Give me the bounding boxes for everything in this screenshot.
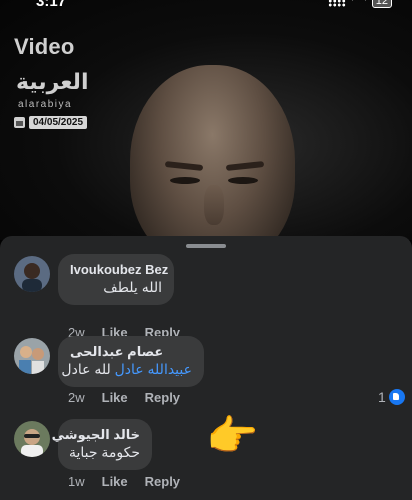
comment-text-content: لله عادل (61, 361, 111, 377)
video-frame-person (130, 65, 295, 240)
comment-author[interactable]: خالد الجيوشي (52, 426, 140, 443)
reaction-number: 1 (378, 389, 386, 405)
like-button[interactable]: Like (102, 390, 128, 405)
eye-right (228, 177, 258, 184)
comment-author[interactable]: Ivoukoubez Bez (70, 261, 168, 278)
like-icon (388, 389, 405, 405)
comment-text: حكومة جباية (68, 443, 140, 462)
eye-left (170, 177, 200, 184)
video-player[interactable]: 3:17 12 Video العربية alarabiya 04/05/20… (0, 0, 412, 240)
video-label: Video (14, 34, 75, 59)
comment-bubble[interactable]: Ivoukoubez Bez الله يلطف (58, 254, 174, 305)
wifi-icon (352, 0, 366, 6)
reply-button[interactable]: Reply (145, 390, 180, 405)
video-date: 04/05/2025 (29, 116, 88, 129)
avatar-image (14, 421, 50, 457)
comment-actions: 1w Like Reply (68, 474, 180, 489)
comment-text: عبيدالله عادل لله عادل (61, 360, 192, 379)
avatar-image (14, 338, 50, 374)
nose (204, 185, 224, 225)
alarabiya-logo-latin: alarabiya (18, 99, 73, 110)
battery-icon: 12 (371, 0, 392, 8)
reaction-count[interactable]: 1 (378, 389, 405, 405)
calendar-icon (14, 117, 25, 128)
comment-age: 2w (68, 390, 85, 405)
comment-text: الله يلطف (70, 278, 162, 297)
comment-bubble[interactable]: عصام عبدالحى عبيدالله عادل لله عادل (58, 336, 204, 387)
comment-text-content: الله يلطف (103, 279, 162, 295)
sheet-drag-handle[interactable] (186, 244, 226, 248)
signal-icon (327, 0, 346, 7)
comment-actions: 2w Like Reply (68, 390, 180, 405)
date-badge: 04/05/2025 (14, 116, 88, 129)
pointing-hand-icon: 👉 (206, 412, 259, 459)
avatar[interactable] (14, 256, 50, 292)
comment-text-content: حكومة جباية (68, 444, 140, 460)
alarabiya-logo-arabic: العربية (16, 70, 89, 95)
comment-bubble[interactable]: خالد الجيوشي حكومة جباية (52, 419, 152, 470)
status-icons: 12 (327, 0, 392, 8)
status-time: 3:17 (36, 0, 67, 10)
comment-age: 1w (68, 474, 85, 489)
comment-author[interactable]: عصام عبدالحى (70, 343, 192, 360)
comments-sheet: Ivoukoubez Bez الله يلطف 2w Like Reply ع… (0, 236, 412, 500)
avatar[interactable] (14, 421, 50, 457)
status-bar: 3:17 12 (0, 0, 412, 14)
like-button[interactable]: Like (102, 474, 128, 489)
avatar-image (14, 256, 50, 292)
mention-link[interactable]: عبيدالله عادل (115, 361, 192, 377)
avatar[interactable] (14, 338, 50, 374)
reply-button[interactable]: Reply (145, 474, 180, 489)
